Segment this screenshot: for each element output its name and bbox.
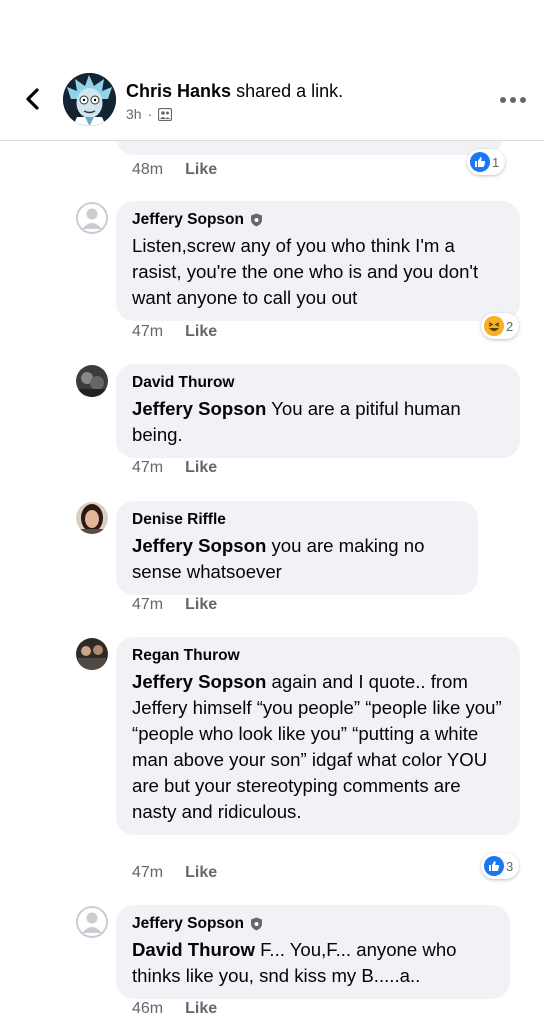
comment-text: Jeffery Sopson You are a pitiful human b… bbox=[132, 398, 461, 445]
reaction-count[interactable]: 1 bbox=[467, 149, 506, 175]
reaction-number: 3 bbox=[506, 858, 514, 874]
comment-meta: 47m Like bbox=[132, 459, 217, 477]
reaction-number: 2 bbox=[506, 318, 514, 334]
commenter-name[interactable]: Denise Riffle bbox=[132, 510, 462, 530]
comment-meta: 47m Like bbox=[132, 323, 217, 341]
commenter-avatar[interactable] bbox=[76, 365, 108, 397]
post-meta: 3h · bbox=[126, 106, 173, 122]
like-button[interactable]: Like bbox=[185, 1000, 217, 1018]
comment-bubble[interactable]: Jeffery Sopson David Thurow F... You,F..… bbox=[116, 905, 510, 999]
reaction-number: 1 bbox=[492, 154, 500, 170]
comment-bubble[interactable]: Regan Thurow Jeffery Sopson again and I … bbox=[116, 637, 520, 835]
commenter-name[interactable]: Jeffery Sopson bbox=[132, 210, 504, 230]
post-title: Chris Hanks shared a link. bbox=[126, 80, 343, 102]
comment-bubble[interactable]: Jeffery Sopson Listen,screw any of you w… bbox=[116, 201, 520, 321]
comment-meta: 47m Like bbox=[132, 596, 217, 614]
shield-badge-icon bbox=[250, 917, 262, 931]
mention-link[interactable]: David Thurow bbox=[132, 939, 255, 960]
shield-badge-icon bbox=[250, 213, 262, 227]
comment-bubble[interactable] bbox=[116, 141, 502, 155]
mention-link[interactable]: Jeffery Sopson bbox=[132, 398, 266, 419]
back-arrow-icon[interactable] bbox=[18, 84, 48, 114]
reaction-count[interactable]: 2 bbox=[481, 313, 520, 339]
comment-meta: 47m Like bbox=[132, 864, 217, 882]
comment-time[interactable]: 47m bbox=[132, 596, 163, 614]
comment-time[interactable]: 46m bbox=[132, 1000, 163, 1018]
reaction-count[interactable]: 3 bbox=[481, 853, 520, 879]
mention-link[interactable]: Jeffery Sopson bbox=[132, 535, 266, 556]
commenter-name[interactable]: Regan Thurow bbox=[132, 646, 504, 666]
meta-dot: · bbox=[147, 106, 153, 122]
comment-text: Listen,screw any of you who think I'm a … bbox=[132, 235, 479, 308]
commenter-name[interactable]: David Thurow bbox=[132, 373, 504, 393]
comment-time[interactable]: 48m bbox=[132, 161, 163, 179]
commenter-avatar[interactable] bbox=[76, 202, 108, 234]
comment-text: David Thurow F... You,F... anyone who th… bbox=[132, 939, 457, 986]
group-audience-icon bbox=[158, 107, 173, 121]
post-header: Chris Hanks shared a link. 3h · bbox=[0, 0, 544, 141]
haha-reaction-icon bbox=[484, 316, 504, 336]
more-options-icon[interactable] bbox=[498, 92, 528, 108]
comment-time[interactable]: 47m bbox=[132, 323, 163, 341]
comments-list[interactable]: 48m Like 1 Jeffery Sopson Listen,screw a… bbox=[0, 141, 544, 1024]
author-name[interactable]: Chris Hanks bbox=[126, 81, 231, 101]
comment-text: Jeffery Sopson again and I quote.. from … bbox=[132, 671, 502, 822]
comment-bubble[interactable]: David Thurow Jeffery Sopson You are a pi… bbox=[116, 364, 520, 458]
post-action: shared a link. bbox=[236, 81, 344, 101]
comment-time[interactable]: 47m bbox=[132, 459, 163, 477]
like-reaction-icon bbox=[484, 856, 504, 876]
mention-link[interactable]: Jeffery Sopson bbox=[132, 671, 266, 692]
comment-time[interactable]: 47m bbox=[132, 864, 163, 882]
commenter-name[interactable]: Jeffery Sopson bbox=[132, 914, 494, 934]
like-button[interactable]: Like bbox=[185, 459, 217, 477]
comment-meta: 46m Like bbox=[132, 1000, 217, 1018]
post-time[interactable]: 3h bbox=[126, 106, 142, 122]
like-reaction-icon bbox=[470, 152, 490, 172]
commenter-avatar[interactable] bbox=[76, 906, 108, 938]
like-button[interactable]: Like bbox=[185, 323, 217, 341]
like-button[interactable]: Like bbox=[185, 161, 217, 179]
commenter-avatar[interactable] bbox=[76, 638, 108, 670]
comment-text: Jeffery Sopson you are making no sense w… bbox=[132, 535, 425, 582]
like-button[interactable]: Like bbox=[185, 864, 217, 882]
author-avatar[interactable] bbox=[63, 73, 116, 126]
commenter-avatar[interactable] bbox=[76, 502, 108, 534]
comment-bubble[interactable]: Denise Riffle Jeffery Sopson you are mak… bbox=[116, 501, 478, 595]
like-button[interactable]: Like bbox=[185, 596, 217, 614]
comment-meta: 48m Like bbox=[132, 161, 217, 179]
